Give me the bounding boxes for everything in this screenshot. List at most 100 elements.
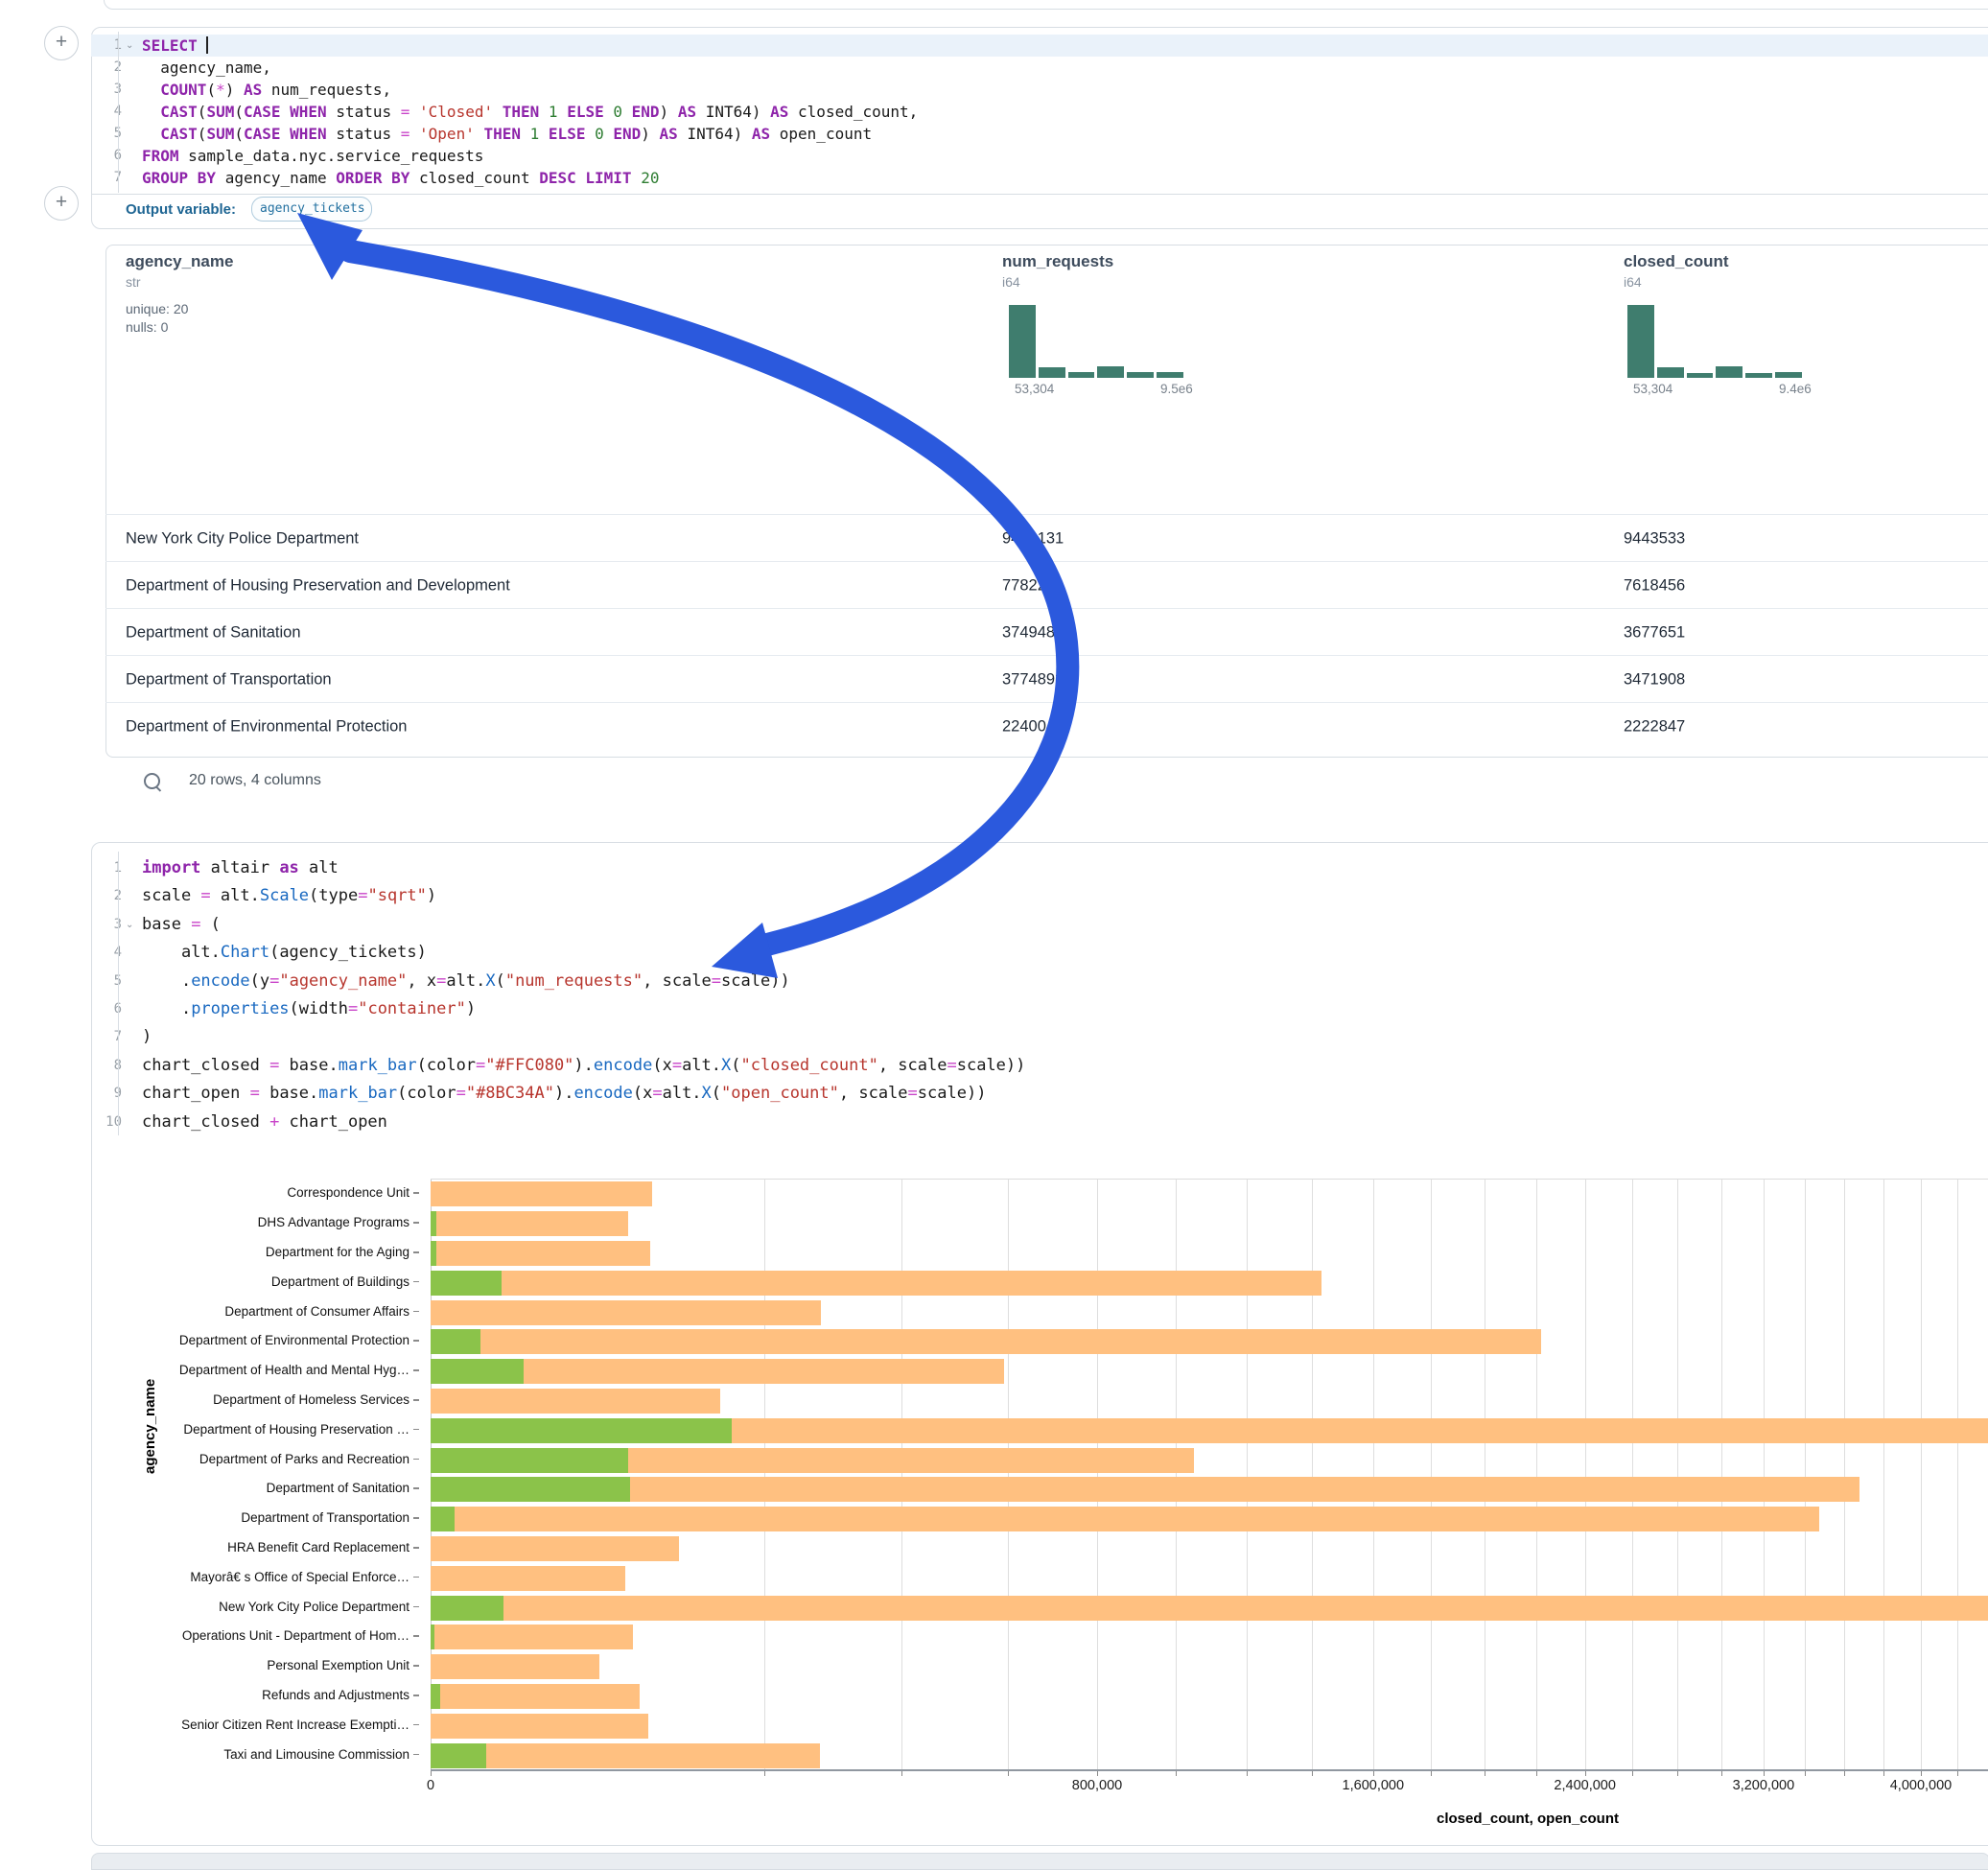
output-variable-pill[interactable]: agency_tickets [251, 197, 372, 222]
y-axis-tick [413, 1517, 419, 1519]
code-text: CAST(SUM(CASE WHEN status = 'Open' THEN … [142, 123, 872, 145]
y-axis-label: New York City Police Department [219, 1600, 409, 1614]
x-axis-tick [1764, 1771, 1765, 1776]
bar-closed_count [431, 1181, 652, 1206]
y-axis-label: Department of Environmental Protection [179, 1333, 409, 1347]
cell-value: 7618456 [1624, 576, 1685, 595]
sql-code-editor[interactable]: 1⌄SELECT 2 agency_name,3 COUNT(*) AS num… [91, 35, 1988, 189]
y-axis-label: Mayorâ€ s Office of Special Enforce… [190, 1570, 409, 1584]
code-line[interactable]: 3⌄base = ( [91, 911, 1988, 939]
bar-closed_count [431, 1625, 633, 1649]
y-axis-label: Department for the Aging [266, 1245, 409, 1259]
x-axis-tick-label: 1,600,000 [1343, 1778, 1405, 1793]
code-line[interactable]: 4 CAST(SUM(CASE WHEN status = 'Closed' T… [91, 101, 1988, 123]
code-text: COUNT(*) AS num_requests, [142, 79, 391, 101]
histogram-bar [1009, 305, 1036, 378]
code-line[interactable]: 9chart_open = base.mark_bar(color="#8BC3… [91, 1080, 1988, 1108]
y-axis-tick [413, 1222, 419, 1224]
chart-x-axis-title: closed_count, open_count [1437, 1811, 1619, 1827]
code-line[interactable]: 3 COUNT(*) AS num_requests, [91, 79, 1988, 101]
histogram-bar [1716, 366, 1742, 378]
gridline [1957, 1180, 1958, 1770]
column-header[interactable]: closed_count [1624, 252, 1729, 271]
x-axis-tick-label: 4,000,000 [1890, 1778, 1953, 1793]
cell-agency-name: Department of Environmental Protection [126, 717, 407, 736]
y-axis-tick [413, 1369, 419, 1371]
bar-closed_count [431, 1300, 821, 1325]
chart-plot-area [431, 1179, 1988, 1770]
cell-agency-name: Department of Transportation [126, 670, 332, 689]
y-axis-label: Department of Housing Preservation … [183, 1422, 409, 1437]
y-axis-tick [413, 1724, 419, 1726]
code-text: chart_closed = base.mark_bar(color="#FFC… [142, 1052, 1025, 1080]
y-axis-label: Taxi and Limousine Commission [223, 1747, 409, 1762]
code-line[interactable]: 7GROUP BY agency_name ORDER BY closed_co… [91, 167, 1988, 189]
bar-open_count [431, 1448, 628, 1473]
table-row: Department of Sanitation37494853677651 [105, 608, 1988, 656]
histogram-min-label: 53,304 [1633, 382, 1672, 396]
code-line[interactable]: 5 CAST(SUM(CASE WHEN status = 'Open' THE… [91, 123, 1988, 145]
histogram-bar [1775, 372, 1802, 378]
y-axis-tick [413, 1606, 419, 1608]
code-line[interactable]: 6 .properties(width="container") [91, 995, 1988, 1023]
code-line[interactable]: 2 agency_name, [91, 57, 1988, 79]
table-row: Department of Environmental Protection 22… [105, 702, 1988, 750]
python-code-editor[interactable]: 1import altair as alt2scale = alt.Scale(… [91, 854, 1988, 1136]
code-line[interactable]: 1⌄SELECT [91, 35, 1988, 57]
bar-open_count [431, 1625, 434, 1649]
column-header[interactable]: agency_name [126, 252, 233, 271]
cell-value: 3774892 [1002, 670, 1064, 689]
code-line[interactable]: 7) [91, 1023, 1988, 1051]
y-axis-tick [413, 1754, 419, 1756]
y-axis-label: Department of Buildings [271, 1274, 409, 1289]
x-axis-tick [1373, 1771, 1374, 1776]
gridline [1373, 1180, 1374, 1770]
cell-value: 7782211 [1002, 576, 1063, 595]
column-header[interactable]: num_requests [1002, 252, 1113, 271]
gridline [1097, 1180, 1098, 1770]
add-cell-button-top[interactable]: + [44, 26, 79, 60]
x-axis-tick-label: 2,400,000 [1554, 1778, 1616, 1793]
bar-open_count [431, 1241, 436, 1266]
cell-agency-name: Department of Sanitation [126, 623, 301, 642]
code-line[interactable]: 2scale = alt.Scale(type="sqrt") [91, 882, 1988, 910]
code-line[interactable]: 5 .encode(y="agency_name", x=alt.X("num_… [91, 968, 1988, 995]
code-line[interactable]: 6FROM sample_data.nyc.service_requests [91, 145, 1988, 167]
code-text: agency_name, [142, 57, 271, 79]
add-cell-button-middle[interactable]: + [44, 186, 79, 221]
y-axis-label: Department of Parks and Recreation [199, 1452, 409, 1466]
gridline [1677, 1180, 1678, 1770]
bar-closed_count [431, 1271, 1321, 1296]
code-text: import altair as alt [142, 854, 339, 882]
cell-value: 2240041 [1002, 717, 1064, 736]
bar-open_count [431, 1507, 455, 1531]
fold-chevron-icon[interactable]: ⌄ [126, 35, 133, 57]
bar-open_count [431, 1743, 486, 1768]
code-text: .encode(y="agency_name", x=alt.X("num_re… [142, 968, 790, 995]
bar-open_count [431, 1477, 630, 1502]
fold-chevron-icon[interactable]: ⌄ [126, 911, 133, 939]
python-gutter-divider [118, 852, 119, 1135]
bar-open_count [431, 1359, 524, 1384]
code-text: chart_open = base.mark_bar(color="#8BC34… [142, 1080, 986, 1108]
bar-closed_count [431, 1389, 720, 1414]
code-line[interactable]: 1import altair as alt [91, 854, 1988, 882]
cell-value: 9453131 [1002, 529, 1064, 548]
x-axis-tick [1883, 1771, 1884, 1776]
y-axis-label: Correspondence Unit [287, 1185, 409, 1200]
histogram-bar [1068, 372, 1095, 378]
code-line[interactable]: 4 alt.Chart(agency_tickets) [91, 939, 1988, 967]
x-axis-tick [1536, 1771, 1537, 1776]
code-line[interactable]: 8chart_closed = base.mark_bar(color="#FF… [91, 1052, 1988, 1080]
gridline [1008, 1180, 1009, 1770]
y-axis-tick [413, 1577, 419, 1578]
code-text: .properties(width="container") [142, 995, 476, 1023]
gridline [1536, 1180, 1537, 1770]
y-axis-tick [413, 1459, 419, 1461]
y-axis-tick [413, 1487, 419, 1489]
cell-value: 3677651 [1624, 623, 1685, 642]
sql-gutter-divider [118, 32, 119, 193]
bar-closed_count [431, 1507, 1819, 1531]
code-line[interactable]: 10chart_closed + chart_open [91, 1109, 1988, 1136]
search-icon[interactable] [144, 773, 160, 789]
